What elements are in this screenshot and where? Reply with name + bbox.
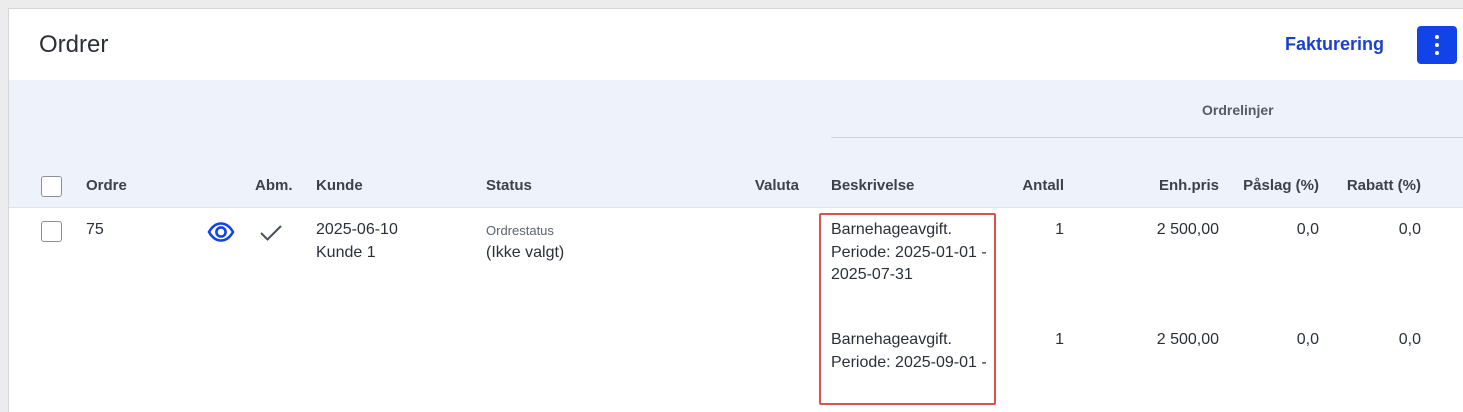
column-header-beskrivelse[interactable]: Beskrivelse <box>831 177 914 194</box>
status-value[interactable]: (Ikke valgt) <box>486 244 564 262</box>
column-header-paslag[interactable]: Påslag (%) <box>1219 177 1319 194</box>
invoicing-link[interactable]: Fakturering <box>1285 34 1384 55</box>
select-all-checkbox[interactable] <box>41 176 62 197</box>
order-lines-group-label: Ordrelinjer <box>1202 102 1274 118</box>
column-header-antall[interactable]: Antall <box>984 177 1064 194</box>
customer-link[interactable]: Kunde 1 <box>316 244 376 262</box>
status-label: Ordrestatus <box>486 223 554 238</box>
line-paslag: 0,0 <box>1296 331 1319 348</box>
header-divider <box>9 207 1463 208</box>
column-header-enhpris[interactable]: Enh.pris <box>1109 177 1219 194</box>
order-number-link[interactable]: 75 <box>86 221 104 239</box>
line-enhpris: 2 500,00 <box>1156 331 1219 348</box>
description-highlight-box <box>819 213 996 405</box>
column-header-rabatt[interactable]: Rabatt (%) <box>1319 177 1421 194</box>
line-antall: 1 <box>1055 221 1064 238</box>
more-options-button[interactable] <box>1417 26 1457 64</box>
row-select-checkbox[interactable] <box>41 221 62 242</box>
line-enhpris: 2 500,00 <box>1156 221 1219 238</box>
column-header-abm[interactable]: Abm. <box>255 177 293 194</box>
column-header-status[interactable]: Status <box>486 177 532 194</box>
column-header-valuta[interactable]: Valuta <box>709 177 799 194</box>
eye-icon[interactable] <box>207 222 235 247</box>
page-title: Ordrer <box>39 31 109 58</box>
column-header-kunde[interactable]: Kunde <box>316 177 363 194</box>
line-rabatt: 0,0 <box>1398 221 1421 238</box>
line-antall: 1 <box>1055 331 1064 348</box>
order-date: 2025-06-10 <box>316 221 398 238</box>
checkmark-icon <box>259 223 283 248</box>
column-header-ordre[interactable]: Ordre <box>86 177 127 194</box>
orders-panel: Ordrer Fakturering Ordrelinjer Ordre Abm… <box>8 8 1463 412</box>
line-paslag: 0,0 <box>1296 221 1319 238</box>
group-divider <box>831 137 1463 138</box>
line-rabatt: 0,0 <box>1398 331 1421 348</box>
